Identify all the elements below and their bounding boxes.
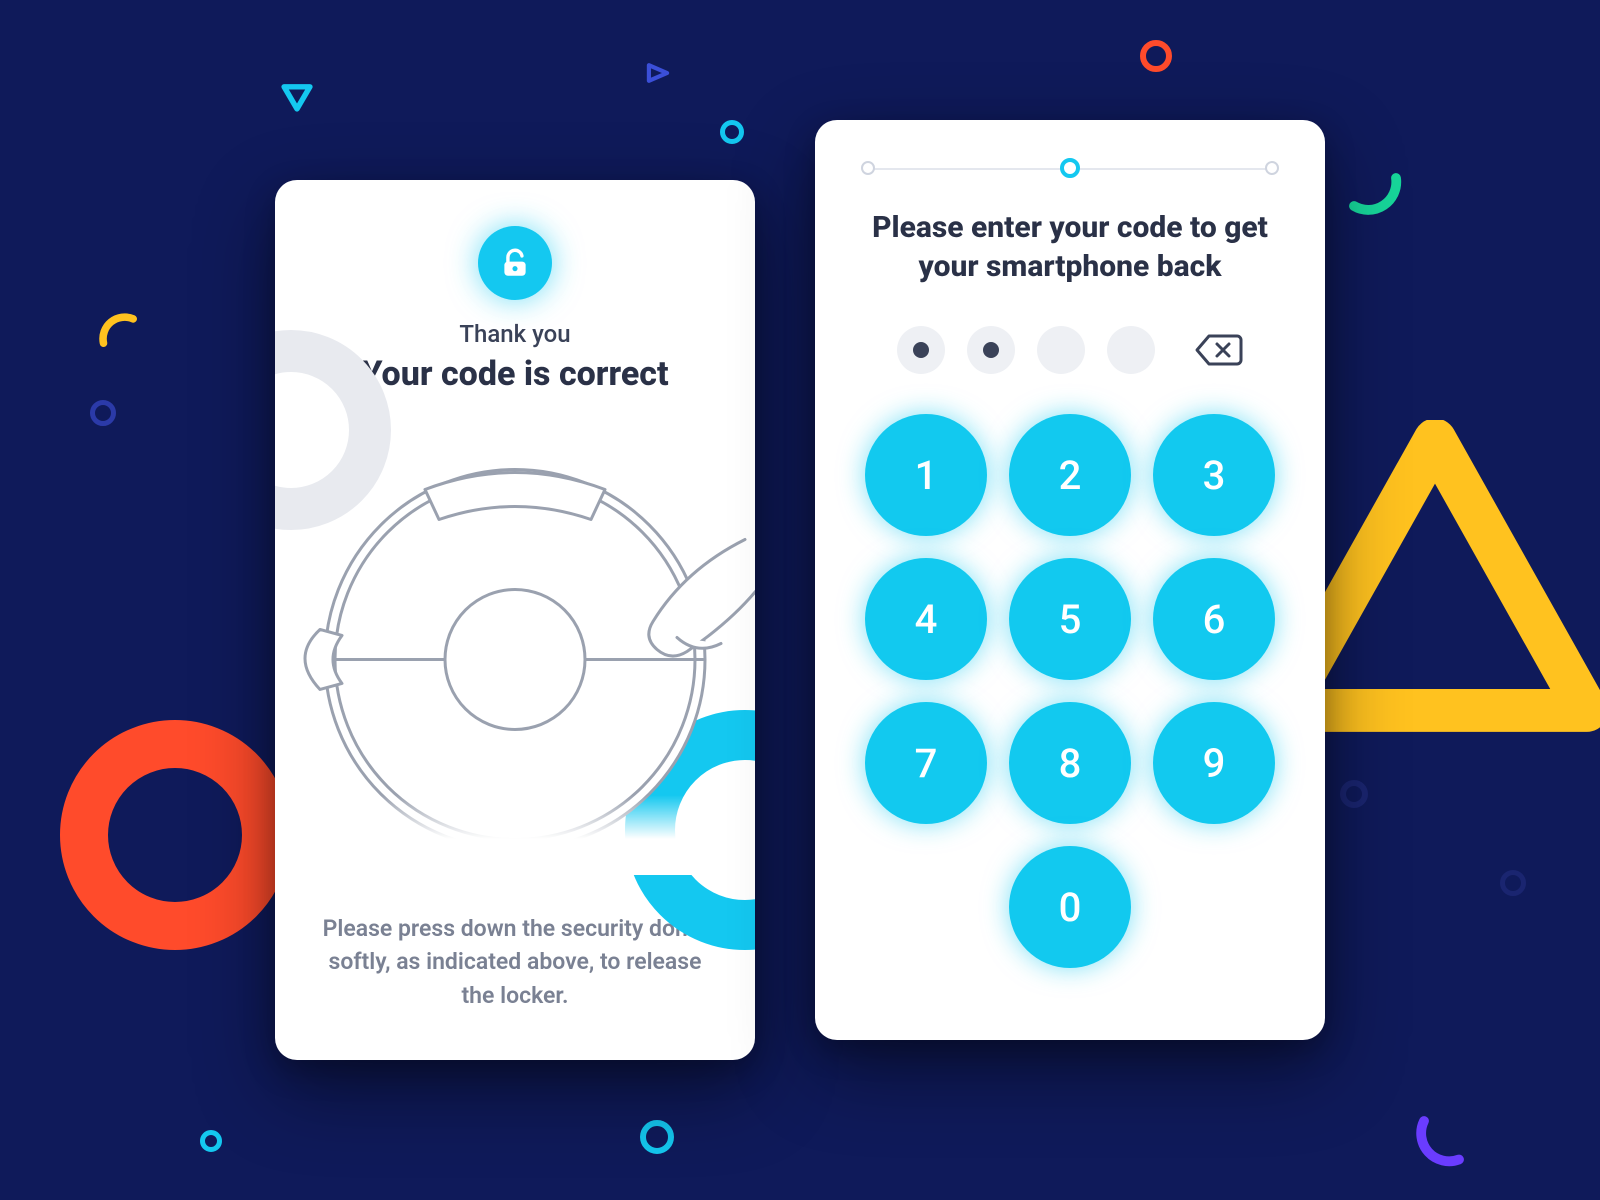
card-keypad: Please enter your code to get your smart… bbox=[815, 120, 1325, 1040]
key-0[interactable]: 0 bbox=[1009, 846, 1131, 968]
key-1[interactable]: 1 bbox=[865, 414, 987, 536]
step-dot-2 bbox=[1060, 158, 1080, 178]
pin-slot-2 bbox=[967, 326, 1015, 374]
key-3[interactable]: 3 bbox=[1153, 414, 1275, 536]
key-2[interactable]: 2 bbox=[1009, 414, 1131, 536]
step-indicator bbox=[861, 158, 1279, 178]
key-8[interactable]: 8 bbox=[1009, 702, 1131, 824]
key-9[interactable]: 9 bbox=[1153, 702, 1275, 824]
key-6[interactable]: 6 bbox=[1153, 558, 1275, 680]
step-dot-3 bbox=[1265, 161, 1279, 175]
key-7[interactable]: 7 bbox=[865, 702, 987, 824]
card-success: Thank you Your code is correct bbox=[275, 180, 755, 1060]
keypad-title: Please enter your code to get your smart… bbox=[815, 208, 1325, 286]
unlock-icon bbox=[478, 226, 552, 300]
step-dot-1 bbox=[861, 161, 875, 175]
key-4[interactable]: 4 bbox=[865, 558, 987, 680]
thank-you-label: Thank you bbox=[459, 320, 570, 348]
key-5[interactable]: 5 bbox=[1009, 558, 1131, 680]
pin-slot-4 bbox=[1107, 326, 1155, 374]
dome-illustration bbox=[275, 414, 755, 875]
pin-display bbox=[897, 326, 1243, 374]
success-headline: Your code is correct bbox=[361, 354, 668, 394]
stage: Thank you Your code is correct bbox=[0, 0, 1600, 1200]
backspace-button[interactable] bbox=[1195, 332, 1243, 368]
pin-slot-3 bbox=[1037, 326, 1085, 374]
keypad-grid: 1 2 3 4 5 6 7 8 9 0 bbox=[865, 414, 1275, 968]
pin-slot-1 bbox=[897, 326, 945, 374]
